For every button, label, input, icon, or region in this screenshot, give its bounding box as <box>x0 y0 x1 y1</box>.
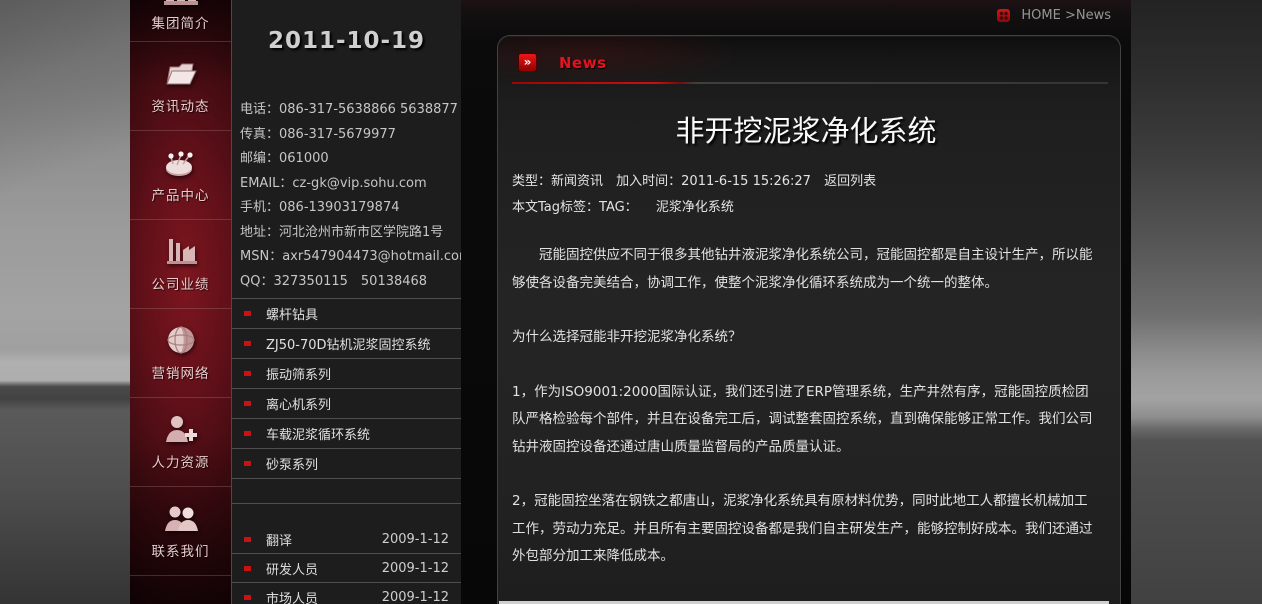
job-date: 2009-1-12 <box>382 532 449 547</box>
sidebar-item-label: 资讯动态 <box>152 95 210 115</box>
bullet-icon <box>244 431 251 436</box>
article: 非开挖泥浆净化系统 类型：新闻资讯 加入时间：2011-6-15 15:26:2… <box>498 108 1120 604</box>
contact-address: 地址：河北沧州市新市区学院路1号 <box>240 221 457 246</box>
product-menu-item[interactable]: 车载泥浆循环系统 <box>232 419 461 449</box>
people-icon <box>163 503 199 533</box>
bullet-icon <box>244 595 251 600</box>
person-add-icon <box>163 414 199 444</box>
article-meta: 类型：新闻资讯 加入时间：2011-6-15 15:26:27 返回列表 <box>512 170 1100 189</box>
info-column: 2011-10-19 电话：086-317-5638866 5638877 传真… <box>231 0 461 604</box>
job-label: 市场人员 <box>266 588 318 604</box>
job-list-item[interactable]: 市场人员 2009-1-12 <box>232 583 461 604</box>
bullet-icon <box>244 371 251 376</box>
product-menu-item[interactable]: 振动筛系列 <box>232 359 461 389</box>
factory-icon <box>163 236 199 266</box>
breadcrumb-marker-icon <box>997 9 1010 22</box>
article-tags: 本文Tag标签：TAG： 泥浆净化系统 <box>512 196 1100 215</box>
product-menu-label: 离心机系列 <box>266 394 331 413</box>
contact-fax: 传真：086-317-5679977 <box>240 123 457 148</box>
job-date: 2009-1-12 <box>382 561 449 576</box>
contact-phone: 电话：086-317-5638866 5638877 <box>240 98 457 123</box>
double-arrow-icon: » <box>518 53 537 72</box>
bullet-icon <box>244 461 251 466</box>
product-menu-item[interactable]: 砂泵系列 <box>232 449 461 479</box>
main-content-area: HOME >News » News 非开挖泥浆净化系统 类型：新闻资讯 加入时间… <box>461 0 1131 604</box>
article-paragraph: 2，冠能固控坐落在钢铁之都唐山，泥浆净化系统具有原材料优势，同时此地工人都擅长机… <box>512 488 1100 571</box>
product-menu-label: ZJ50-70D钻机泥浆固控系统 <box>266 334 431 353</box>
background-photo-right <box>1131 0 1262 604</box>
page: 集团简介 资讯动态 产品中心 公司业绩 营销网络 <box>0 0 1262 604</box>
article-paragraph: 1，作为ISO9001:2000国际认证，我们还引进了ERP管理系统，生产井然有… <box>512 379 1100 462</box>
contact-zip: 邮编：061000 <box>240 147 457 172</box>
job-label: 翻译 <box>266 530 292 549</box>
sidebar-nav: 集团简介 资讯动态 产品中心 公司业绩 营销网络 <box>130 0 232 604</box>
sidebar-item-marketing-network[interactable]: 营销网络 <box>130 309 231 398</box>
sidebar-item-label: 联系我们 <box>152 540 210 560</box>
article-type: 类型：新闻资讯 <box>512 174 603 189</box>
tag-value-link[interactable]: 泥浆净化系统 <box>656 200 734 215</box>
product-menu: 螺杆钻具 ZJ50-70D钻机泥浆固控系统 振动筛系列 离心机系列 车载泥浆循环… <box>232 298 461 479</box>
product-menu-label: 车载泥浆循环系统 <box>266 424 370 443</box>
job-label: 研发人员 <box>266 559 318 578</box>
background-photo-left <box>0 0 130 604</box>
job-list-item[interactable]: 研发人员 2009-1-12 <box>232 554 461 583</box>
sidebar-item-contact-us[interactable]: 联系我们 <box>130 487 231 576</box>
tag-label: 本文Tag标签：TAG： <box>512 200 638 215</box>
panel-title: News <box>559 54 607 72</box>
sidebar-item-label: 公司业绩 <box>152 273 210 293</box>
product-menu-item[interactable]: 螺杆钻具 <box>232 299 461 329</box>
sidebar-item-products[interactable]: 产品中心 <box>130 131 231 220</box>
article-body: 冠能固控供应不同于很多其他钻井液泥浆净化系统公司，冠能固控都是自主设计生产，所以… <box>512 242 1100 604</box>
pins-icon <box>163 147 199 177</box>
news-panel: » News 非开挖泥浆净化系统 类型：新闻资讯 加入时间：2011-6-15 … <box>497 35 1121 604</box>
bullet-icon <box>244 537 251 542</box>
article-title: 非开挖泥浆净化系统 <box>512 108 1100 150</box>
job-list-item[interactable]: 翻译 2009-1-12 <box>232 525 461 554</box>
job-date: 2009-1-12 <box>382 590 449 604</box>
contact-msn: MSN：axr547904473@hotmail.com <box>240 245 457 270</box>
contact-qq: QQ：327350115 50138468 <box>240 270 457 295</box>
contact-email: EMAIL：cz-gk@vip.sohu.com <box>240 172 457 197</box>
sidebar-item-label: 集团简介 <box>152 12 210 32</box>
sidebar-item-company-profile[interactable]: 集团简介 <box>130 0 231 42</box>
jobs-list: 翻译 2009-1-12 研发人员 2009-1-12 市场人员 2009-1-… <box>232 503 461 604</box>
product-menu-label: 振动筛系列 <box>266 364 331 383</box>
breadcrumb-text: HOME >News <box>1021 8 1111 23</box>
bullet-icon <box>244 566 251 571</box>
product-menu-label: 螺杆钻具 <box>266 304 318 323</box>
sidebar-item-label: 人力资源 <box>152 451 210 471</box>
sidebar-item-performance[interactable]: 公司业绩 <box>130 220 231 309</box>
article-paragraph: 为什么选择冠能非开挖泥浆净化系统？ <box>512 324 1100 352</box>
contact-mobile: 手机：086-13903179874 <box>240 196 457 221</box>
panel-header: » News <box>518 53 1120 72</box>
sidebar-item-human-resources[interactable]: 人力资源 <box>130 398 231 487</box>
header-divider <box>512 82 1108 84</box>
bullet-icon <box>244 311 251 316</box>
product-menu-label: 砂泵系列 <box>266 454 318 473</box>
back-to-list-link[interactable]: 返回列表 <box>824 174 876 189</box>
bullet-icon <box>244 341 251 346</box>
article-time: 加入时间：2011-6-15 15:26:27 <box>616 174 811 189</box>
globe-icon <box>163 325 199 355</box>
breadcrumb[interactable]: HOME >News <box>997 8 1111 23</box>
date-heading: 2011-10-19 <box>232 28 461 54</box>
article-paragraph: 冠能固控供应不同于很多其他钻井液泥浆净化系统公司，冠能固控都是自主设计生产，所以… <box>512 242 1100 297</box>
sidebar-item-label: 产品中心 <box>152 184 210 204</box>
product-menu-item[interactable]: 离心机系列 <box>232 389 461 419</box>
folder-icon <box>163 58 199 88</box>
sidebar-item-news[interactable]: 资讯动态 <box>130 42 231 131</box>
sidebar-item-label: 营销网络 <box>152 362 210 382</box>
contact-info: 电话：086-317-5638866 5638877 传真：086-317-56… <box>240 98 457 294</box>
bullet-icon <box>244 401 251 406</box>
building-icon <box>163 0 199 5</box>
product-menu-item[interactable]: ZJ50-70D钻机泥浆固控系统 <box>232 329 461 359</box>
